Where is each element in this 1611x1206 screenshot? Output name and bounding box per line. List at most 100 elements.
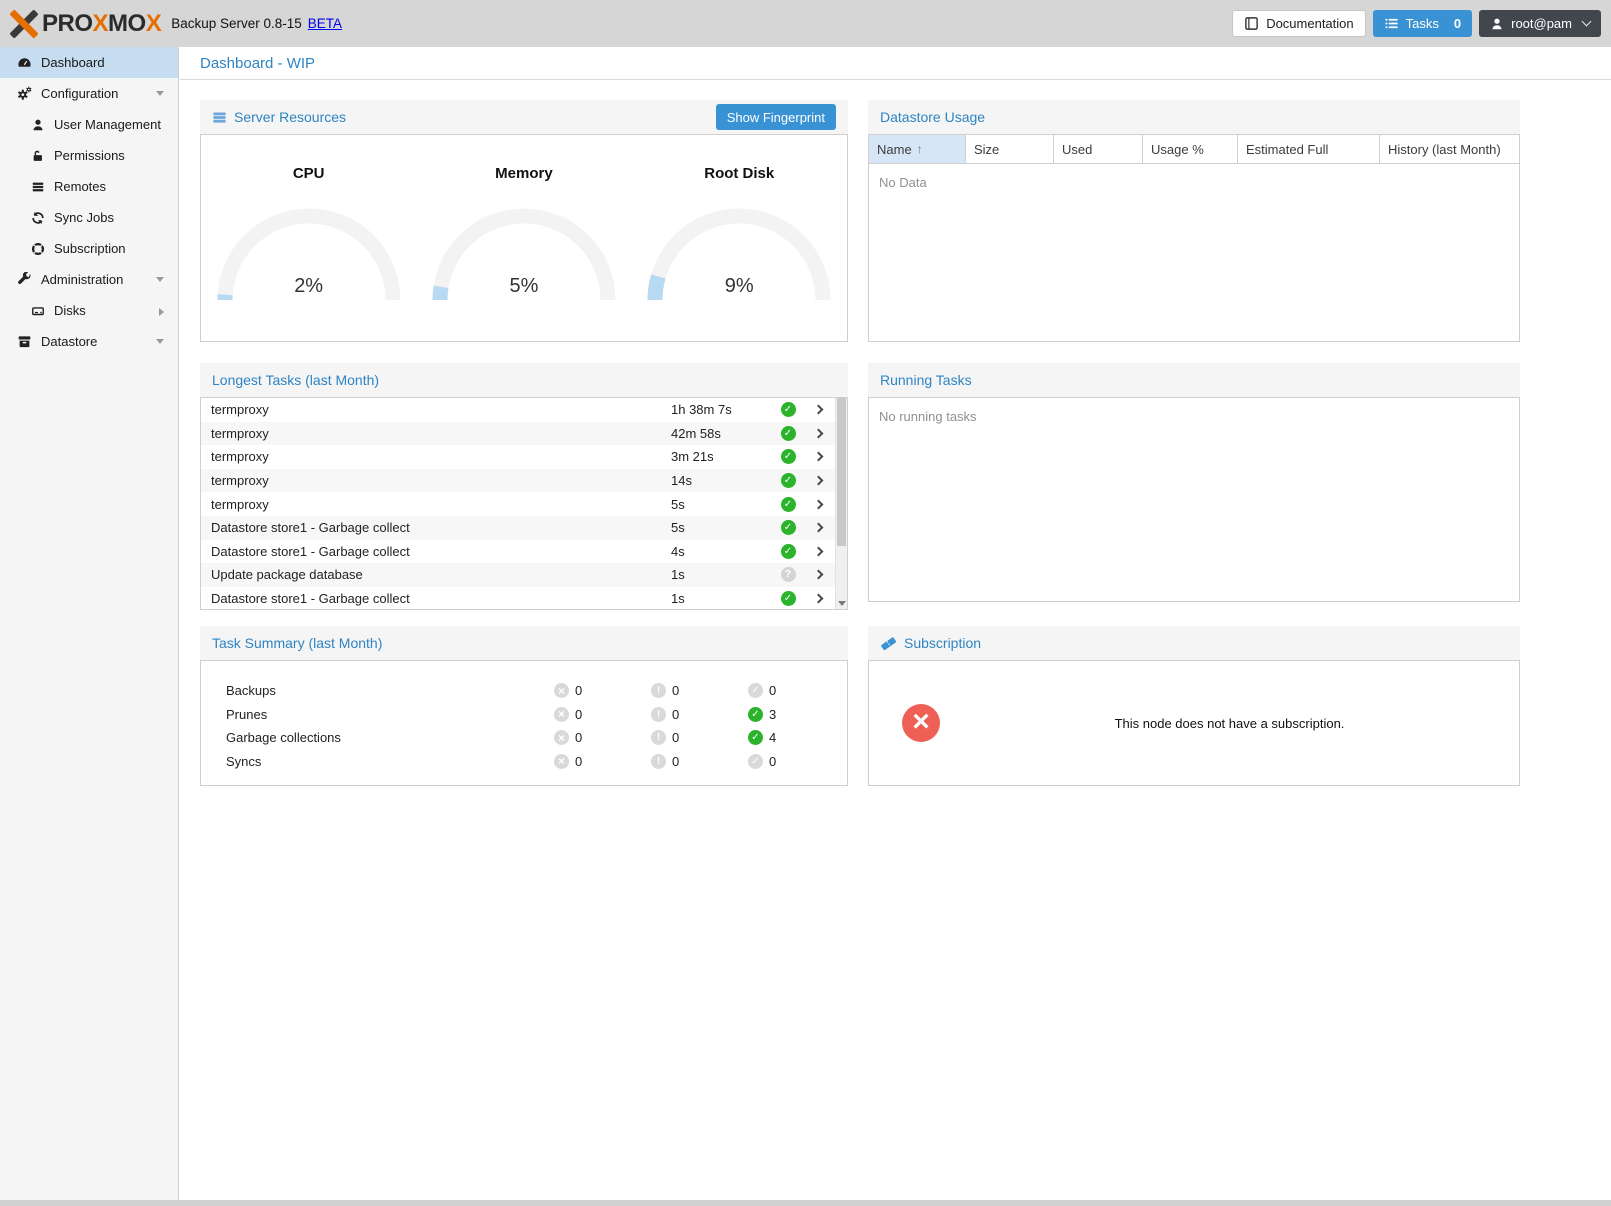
- sidebar-item-label: Dashboard: [41, 55, 105, 70]
- column-header-usage[interactable]: Usage %: [1143, 135, 1238, 163]
- sidebar-item-label: Disks: [54, 303, 86, 318]
- book-icon: [1244, 16, 1259, 31]
- status-ok-icon: [781, 449, 796, 464]
- sidebar-item-label: Permissions: [54, 148, 125, 163]
- bars-icon: [29, 180, 46, 194]
- sidebar-item-configuration[interactable]: Configuration: [0, 78, 178, 109]
- task-row: termproxy 5s: [201, 492, 835, 516]
- open-task-button[interactable]: [801, 524, 835, 531]
- collapse-arrow-icon: [156, 339, 164, 344]
- sidebar-item-label: Sync Jobs: [54, 210, 114, 225]
- beta-link[interactable]: BETA: [308, 16, 342, 31]
- sort-asc-icon: ↑: [917, 142, 923, 156]
- show-fingerprint-button[interactable]: Show Fingerprint: [716, 104, 836, 130]
- subscription-panel: Subscription × This node does not have a…: [868, 626, 1520, 786]
- scrollbar-thumb[interactable]: [837, 398, 846, 546]
- root-disk-gauge: Root Disk 9%: [632, 165, 847, 341]
- sidebar-item-label: Datastore: [41, 334, 97, 349]
- user-menu-button[interactable]: root@pam: [1479, 10, 1601, 37]
- task-row: termproxy 42m 58s: [201, 422, 835, 446]
- warning-icon: [651, 683, 666, 698]
- column-header-size[interactable]: Size: [966, 135, 1054, 163]
- expand-arrow-icon: [159, 308, 164, 316]
- bottom-border-strip: [0, 1200, 1611, 1206]
- status-ok-icon: [781, 520, 796, 535]
- user-icon: [1490, 17, 1504, 31]
- warning-icon: [651, 730, 666, 745]
- chevron-right-icon: [813, 523, 823, 533]
- sidebar-item-user-management[interactable]: User Management: [0, 109, 178, 140]
- sidebar-item-datastore[interactable]: Datastore: [0, 326, 178, 357]
- hard-disk-icon: [29, 304, 46, 318]
- sidebar-item-label: User Management: [54, 117, 161, 132]
- sidebar-item-sync-jobs[interactable]: Sync Jobs: [0, 202, 178, 233]
- panel-title: Task Summary (last Month): [212, 635, 382, 651]
- sidebar-item-label: Configuration: [41, 86, 118, 101]
- column-header-estimated-full[interactable]: Estimated Full: [1238, 135, 1380, 163]
- page-title-bar: Dashboard - WIP: [180, 47, 1611, 80]
- open-task-button[interactable]: [801, 477, 835, 484]
- page-title: Dashboard - WIP: [200, 55, 315, 72]
- column-header-history[interactable]: History (last Month): [1380, 135, 1519, 163]
- scrollbar[interactable]: [835, 398, 847, 609]
- summary-row: Backups 0 0 0: [201, 679, 847, 703]
- ok-icon: [748, 683, 763, 698]
- tasks-button[interactable]: Tasks 0: [1373, 10, 1472, 37]
- column-header-name[interactable]: Name ↑: [869, 135, 966, 163]
- memory-gauge: Memory 5%: [416, 165, 631, 341]
- chevron-down-icon: [1582, 17, 1592, 27]
- panel-title: Server Resources: [234, 109, 346, 125]
- datastore-usage-panel: Datastore Usage Name ↑ Size Used Usage %…: [868, 100, 1520, 342]
- sidebar-item-dashboard[interactable]: Dashboard: [0, 47, 178, 78]
- sidebar-item-label: Subscription: [54, 241, 126, 256]
- column-header-used[interactable]: Used: [1054, 135, 1143, 163]
- open-task-button[interactable]: [801, 571, 835, 578]
- user-icon: [29, 118, 46, 132]
- server-resources-icon: [212, 110, 227, 125]
- open-task-button[interactable]: [801, 548, 835, 555]
- open-task-button[interactable]: [801, 430, 835, 437]
- sidebar-item-remotes[interactable]: Remotes: [0, 171, 178, 202]
- scrollbar-down-arrow[interactable]: [838, 601, 846, 606]
- chevron-right-icon: [813, 594, 823, 604]
- gauge-value-label: 9%: [644, 275, 834, 298]
- status-unknown-icon: [781, 567, 796, 582]
- task-row: termproxy 14s: [201, 469, 835, 493]
- subscription-message: This node does not have a subscription.: [940, 716, 1519, 731]
- status-ok-icon: [781, 497, 796, 512]
- panel-title: Running Tasks: [880, 372, 972, 388]
- gauge-value-label: 2%: [214, 275, 404, 298]
- sidebar-item-disks[interactable]: Disks: [0, 295, 178, 326]
- collapse-arrow-icon: [156, 91, 164, 96]
- longest-tasks-panel: Longest Tasks (last Month) termproxy 1h …: [200, 363, 848, 610]
- warning-icon: [651, 754, 666, 769]
- proxmox-x-icon: [10, 10, 38, 38]
- sidebar-item-permissions[interactable]: Permissions: [0, 140, 178, 171]
- status-ok-icon: [781, 544, 796, 559]
- error-icon: [554, 683, 569, 698]
- task-row: termproxy 3m 21s: [201, 445, 835, 469]
- sidebar-item-subscription[interactable]: Subscription: [0, 233, 178, 264]
- ticket-icon: [880, 636, 897, 651]
- chevron-right-icon: [813, 452, 823, 462]
- status-ok-icon: [781, 426, 796, 441]
- header-bar: PROXMOX Backup Server 0.8-15 BETA Docume…: [0, 0, 1611, 47]
- open-task-button[interactable]: [801, 453, 835, 460]
- sync-icon: [29, 211, 46, 225]
- ok-icon: [748, 730, 763, 745]
- user-label: root@pam: [1511, 16, 1572, 31]
- status-ok-icon: [781, 402, 796, 417]
- open-task-button[interactable]: [801, 595, 835, 602]
- open-task-button[interactable]: [801, 406, 835, 413]
- sidebar: Dashboard Configuration User Management …: [0, 47, 179, 1200]
- sidebar-item-administration[interactable]: Administration: [0, 264, 178, 295]
- documentation-button[interactable]: Documentation: [1232, 10, 1365, 37]
- collapse-arrow-icon: [156, 277, 164, 282]
- task-row: Datastore store1 - Garbage collect 4s: [201, 540, 835, 564]
- open-task-button[interactable]: [801, 501, 835, 508]
- chevron-right-icon: [813, 499, 823, 509]
- status-ok-icon: [781, 591, 796, 606]
- panel-title: Longest Tasks (last Month): [212, 372, 379, 388]
- chevron-right-icon: [813, 570, 823, 580]
- chevron-right-icon: [813, 405, 823, 415]
